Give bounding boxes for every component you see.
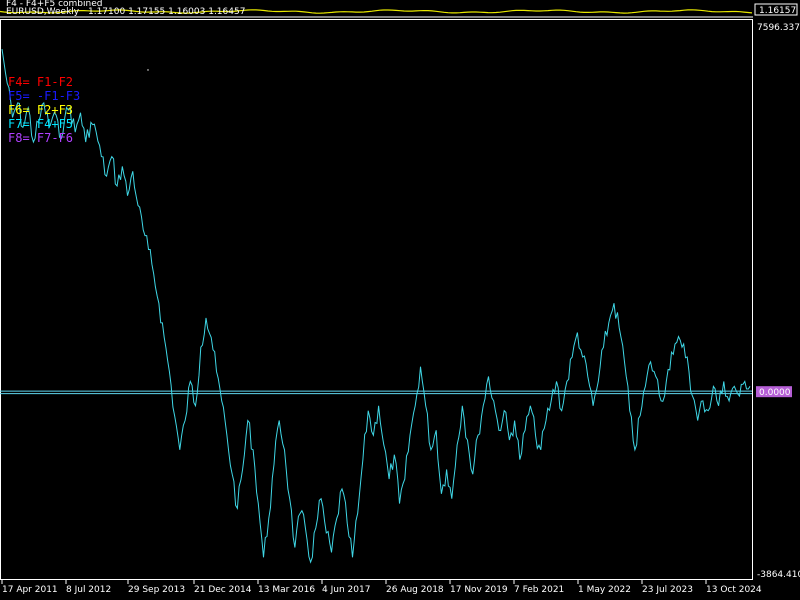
symbol-line: EURUSD,Weekly 1.17100 1.17155 1.16003 1.… xyxy=(6,7,245,17)
current-value-badge: 0.0000 xyxy=(756,386,792,398)
x-tick-label: 17 Apr 2011 xyxy=(2,585,58,595)
current-value-label: 0.0000 xyxy=(759,388,791,398)
top-price-label: 1.16157 xyxy=(759,6,796,16)
ohlc-values: 1.17100 1.17155 1.16003 1.16457 xyxy=(88,7,245,17)
y-axis-top-label: 7596.3372 xyxy=(757,23,800,33)
symbol-label: EURUSD,Weekly xyxy=(6,7,80,17)
x-tick-label: 13 Mar 2016 xyxy=(258,585,315,595)
chart-background xyxy=(0,0,800,600)
chart-dot xyxy=(147,69,149,71)
y-axis-bottom-label: -3864.4107 xyxy=(757,570,800,580)
x-tick-label: 29 Sep 2013 xyxy=(128,585,185,595)
legend-f4: F4= F1-F2 xyxy=(8,75,73,89)
x-tick-label: 17 Nov 2019 xyxy=(450,585,508,595)
x-tick-label: 23 Jul 2023 xyxy=(642,585,693,595)
x-tick-label: 1 May 2022 xyxy=(578,585,631,595)
x-tick-label: 26 Aug 2018 xyxy=(386,585,444,595)
legend-f6: F6= F2+F3 xyxy=(8,103,73,117)
x-tick-label: 21 Dec 2014 xyxy=(194,585,252,595)
x-tick-label: 8 Jul 2012 xyxy=(66,585,111,595)
legend-f8: F8= F7-F6 xyxy=(8,131,73,145)
legend-f5: F5= -F1-F3 xyxy=(8,89,80,103)
indicator-chart[interactable]: F4 - F4+F5 combined EURUSD,Weekly 1.1710… xyxy=(0,0,800,600)
x-tick-label: 7 Feb 2021 xyxy=(514,585,564,595)
formula-legend: F4= F1-F2F5= -F1-F3F6= F2+F3F7= F4+F5F8=… xyxy=(8,75,80,145)
legend-f7: F7= F4+F5 xyxy=(8,117,73,131)
x-tick-label: 4 Jun 2017 xyxy=(322,585,370,595)
x-tick-label: 13 Oct 2024 xyxy=(706,585,762,595)
